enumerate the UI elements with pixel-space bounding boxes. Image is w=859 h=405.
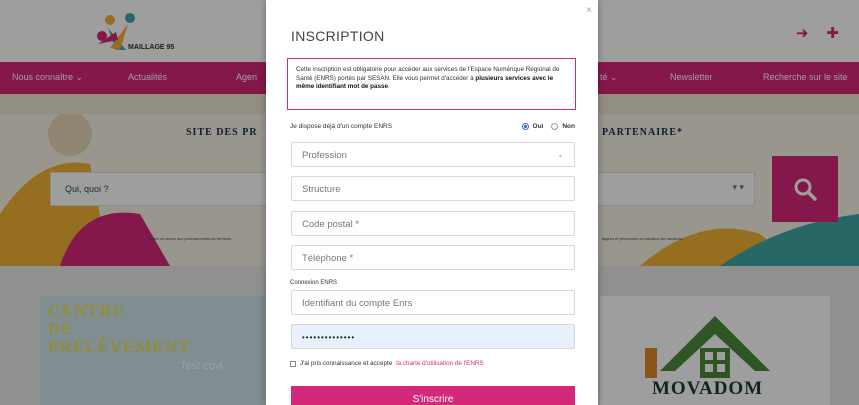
enrs-account-question: Je dispose déjà d'un compte ENRS Oui Non xyxy=(287,123,579,133)
info-text-end: . xyxy=(388,83,390,90)
account-id-field[interactable]: Identifiant du compte Enrs xyxy=(291,290,575,315)
chevron-down-icon: ⌄ xyxy=(557,150,564,159)
password-value: •••••••••••••• xyxy=(302,333,356,342)
register-button[interactable]: S'inscrire xyxy=(291,386,575,405)
password-field[interactable]: •••••••••••••• xyxy=(291,324,575,349)
structure-field[interactable]: Structure xyxy=(291,176,575,201)
profession-placeholder: Profession xyxy=(302,150,347,161)
registration-modal: × INSCRIPTION Cette inscription est obli… xyxy=(266,0,598,405)
close-icon[interactable]: × xyxy=(586,5,592,16)
info-notice: Cette inscription est obligatoire pour a… xyxy=(287,58,576,110)
enrs-question-label: Je dispose déjà d'un compte ENRS xyxy=(290,123,393,130)
postal-code-placeholder: Code postal * xyxy=(302,219,360,230)
connection-label: Connexion ENRS xyxy=(290,280,338,286)
enrs-radio-group: Oui Non xyxy=(521,123,579,130)
phone-placeholder: Téléphone * xyxy=(302,253,354,264)
terms-checkbox[interactable] xyxy=(290,360,296,367)
radio-no[interactable] xyxy=(551,123,559,130)
radio-no-label[interactable]: Non xyxy=(562,123,575,130)
profession-select[interactable]: Profession ⌄ xyxy=(291,142,575,167)
terms-row: J'ai pris connaissance et accepte la cha… xyxy=(290,360,484,367)
modal-title: INSCRIPTION xyxy=(291,28,385,44)
account-id-placeholder: Identifiant du compte Enrs xyxy=(302,298,413,309)
terms-link[interactable]: la charte d'utilisation de l'ENRS xyxy=(396,360,483,367)
radio-yes[interactable] xyxy=(521,123,529,130)
phone-field[interactable]: Téléphone * xyxy=(291,245,575,270)
postal-code-field[interactable]: Code postal * xyxy=(291,211,575,236)
structure-placeholder: Structure xyxy=(302,184,341,195)
radio-yes-label[interactable]: Oui xyxy=(533,123,544,130)
terms-text: J'ai pris connaissance et accepte xyxy=(300,360,393,367)
